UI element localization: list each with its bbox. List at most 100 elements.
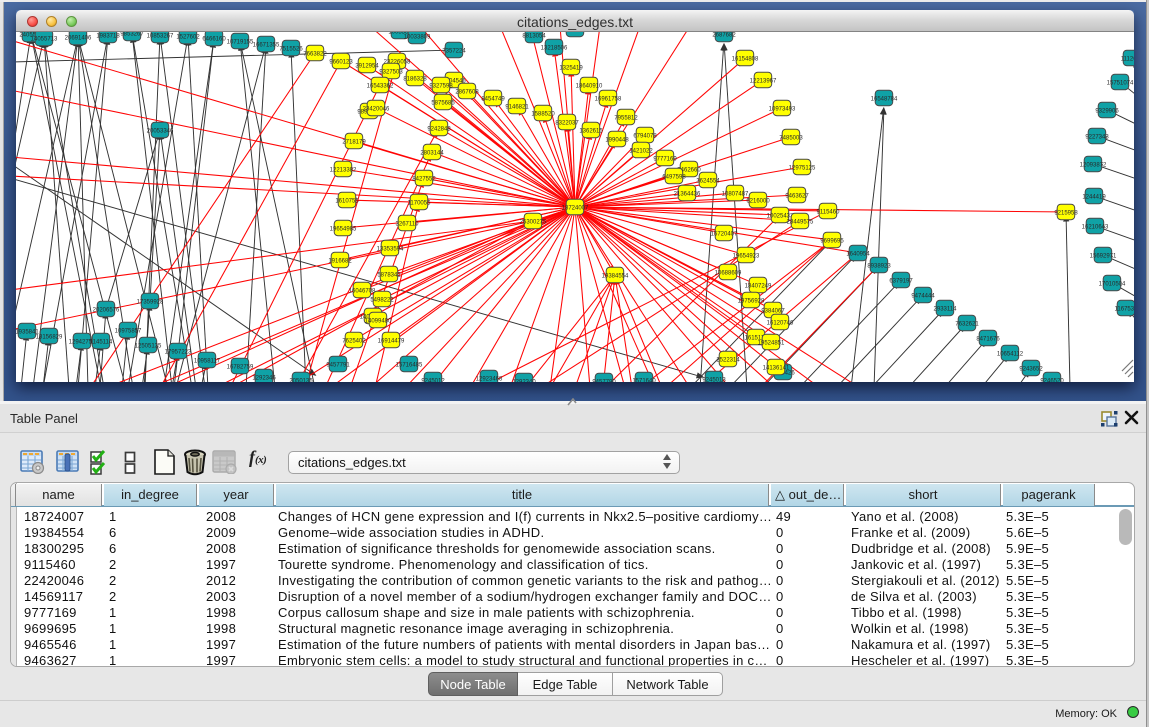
svg-text:16210643: 16210643 [1082,224,1109,230]
svg-text:9660123: 9660123 [329,59,353,65]
svg-text:20053346: 20053346 [147,128,174,134]
svg-text:2933114: 2933114 [934,306,958,312]
svg-text:9853267: 9853267 [120,32,144,37]
svg-text:9243652: 9243652 [1019,366,1043,372]
svg-text:7515526: 7515526 [279,46,303,52]
svg-text:12505135: 12505135 [135,343,162,349]
svg-text:12923468: 12923468 [476,376,503,382]
svg-text:9327503: 9327503 [379,69,403,75]
svg-text:6379197: 6379197 [889,278,913,284]
svg-text:1362615: 1362615 [579,128,603,134]
svg-text:1983718: 1983718 [96,33,120,39]
svg-text:1527602: 1527602 [176,34,200,40]
svg-text:6216000: 6216000 [746,198,770,204]
svg-text:17957223: 17957223 [165,349,192,355]
svg-text:15751074: 15751074 [1107,80,1134,86]
svg-text:1571640: 1571640 [632,378,656,382]
svg-text:23420046: 23420046 [363,106,390,112]
svg-text:18724007: 18724007 [562,205,589,211]
svg-text:1325419: 1325419 [559,65,583,71]
svg-text:10688609: 10688609 [715,270,742,276]
svg-text:17010504: 17010504 [1099,281,1126,287]
svg-text:25300275: 25300275 [520,219,547,225]
svg-text:16671355: 16671355 [253,42,280,48]
svg-text:16543362: 16543362 [367,83,394,89]
svg-text:7357224: 7357224 [442,48,466,54]
svg-text:3912954: 3912954 [355,63,379,69]
svg-text:2803144: 2803144 [420,150,444,156]
svg-text:1916682: 1916682 [328,258,352,264]
svg-text:10973493: 10973493 [769,106,796,112]
svg-text:9777169: 9777169 [653,156,677,162]
svg-text:9246520: 9246520 [1040,378,1064,382]
svg-text:2687682: 2687682 [712,32,736,38]
svg-text:1292340: 1292340 [512,379,536,382]
svg-text:5878342: 5878342 [377,272,401,278]
svg-text:3624554: 3624554 [696,178,720,184]
svg-text:18407249: 18407249 [745,283,772,289]
svg-text:2867608: 2867608 [455,89,479,95]
svg-text:9474444: 9474444 [911,293,935,299]
svg-text:12213382: 12213382 [330,167,357,173]
svg-text:15692971: 15692971 [1090,253,1117,259]
svg-text:10719155: 10719155 [227,39,254,45]
svg-text:9245012: 9245012 [421,378,445,382]
svg-text:13353594: 13353594 [377,246,404,252]
svg-text:20691406: 20691406 [65,35,92,41]
svg-text:1588520: 1588520 [531,111,555,117]
svg-text:8938923: 8938923 [867,263,891,269]
svg-text:9384067: 9384067 [761,308,785,314]
svg-text:2718179: 2718179 [342,139,366,145]
svg-text:10853267: 10853267 [147,33,174,39]
svg-text:7485003: 7485003 [779,135,803,141]
svg-text:8322037: 8322037 [555,120,579,126]
svg-text:9245013: 9245013 [702,377,726,382]
svg-text:19654985: 19654985 [330,226,357,232]
svg-text:9327598: 9327598 [429,83,453,89]
svg-text:14055713: 14055713 [31,36,58,42]
svg-text:18640910: 18640910 [576,83,603,89]
svg-text:10975857: 10975857 [115,328,142,334]
svg-text:9463627: 9463627 [785,193,809,199]
svg-text:10033809: 10033809 [404,34,431,40]
svg-text:16120746: 16120746 [767,320,794,326]
svg-text:10958117: 10958117 [194,358,221,364]
svg-text:17359928: 17359928 [137,299,164,305]
svg-text:16782759: 16782759 [227,364,254,370]
svg-text:1145114: 1145114 [90,339,113,345]
svg-text:8427552: 8427552 [412,176,436,182]
svg-text:1132541: 1132541 [564,32,588,33]
svg-text:16548784: 16548784 [871,96,898,102]
svg-text:16154808: 16154808 [732,56,759,62]
svg-text:1990448: 1990448 [605,137,629,143]
svg-text:9215958: 9215958 [1054,210,1078,216]
svg-text:12093872: 12093872 [1080,162,1107,168]
svg-text:5875685: 5875685 [431,100,455,106]
svg-text:10654112: 10654112 [997,351,1024,357]
svg-text:1292346: 1292346 [252,375,276,381]
svg-text:8813054: 8813054 [522,33,546,39]
svg-text:1167534: 1167534 [1115,306,1134,312]
svg-text:1170056: 1170056 [408,200,432,206]
svg-text:1112690: 1112690 [1121,56,1134,62]
svg-text:7625402: 7625402 [342,338,366,344]
svg-text:7632621: 7632621 [955,321,979,327]
svg-text:7663822: 7663822 [303,51,327,57]
svg-text:14099480: 14099480 [365,318,392,324]
svg-text:19384554: 19384554 [602,273,629,279]
svg-text:20206576: 20206576 [93,307,120,313]
svg-text:8186328: 8186328 [403,76,427,82]
svg-text:15716485: 15716485 [396,362,423,368]
svg-text:12213967: 12213967 [750,78,777,84]
svg-text:2050135: 2050135 [289,378,313,382]
svg-text:1421022: 1421022 [629,148,653,154]
svg-text:9457791: 9457791 [326,362,350,368]
svg-text:9146821: 9146821 [505,104,529,110]
svg-text:9457790: 9457790 [592,379,616,382]
svg-text:9242848: 9242848 [427,126,451,132]
svg-text:16914479: 16914479 [378,338,405,344]
svg-text:16046708: 16046708 [349,288,376,294]
svg-text:1640954: 1640954 [846,251,870,257]
svg-text:3267110: 3267110 [396,221,420,227]
svg-text:9227343: 9227343 [1085,134,1109,140]
